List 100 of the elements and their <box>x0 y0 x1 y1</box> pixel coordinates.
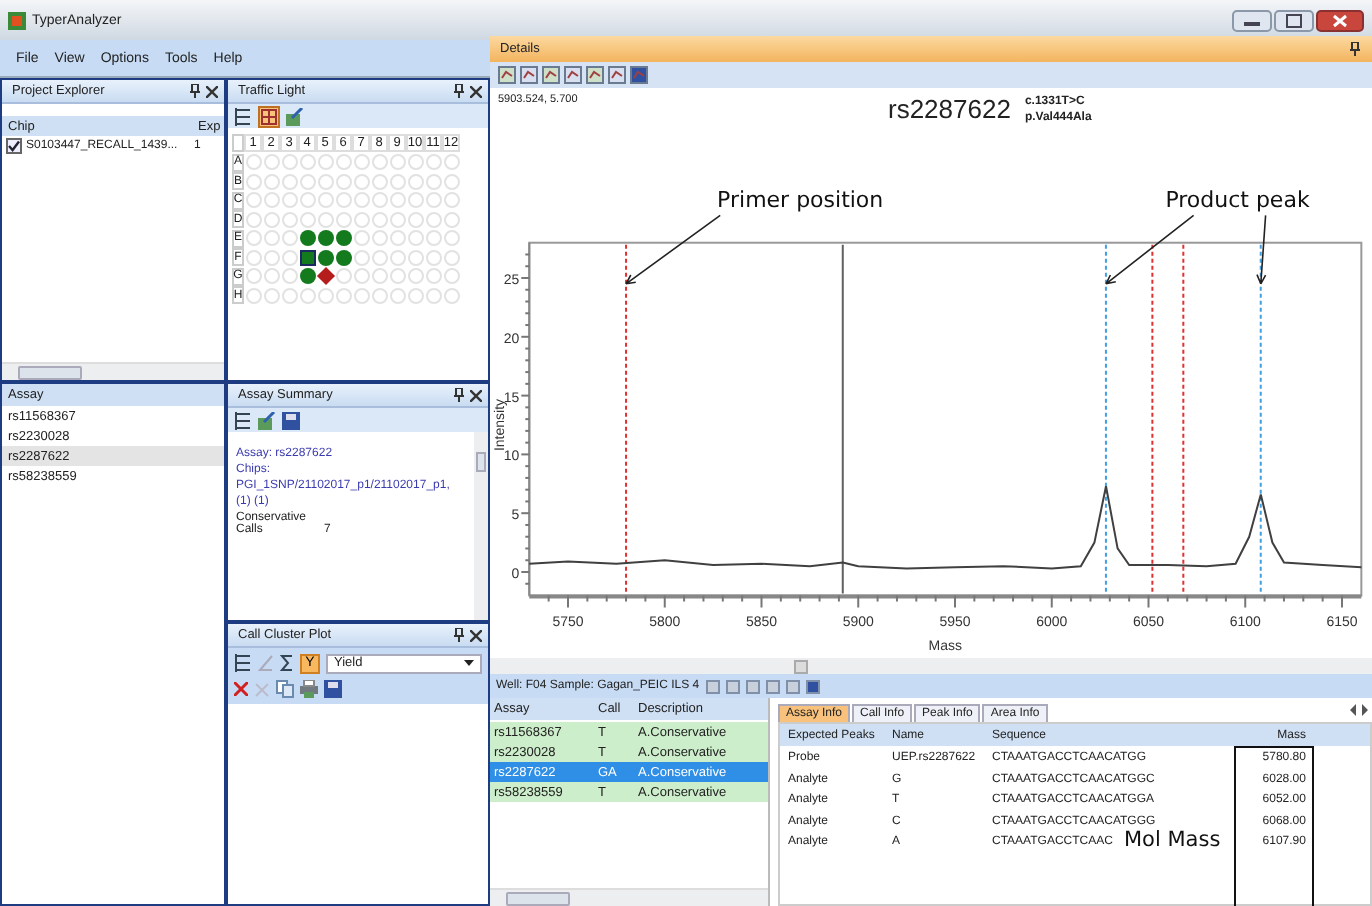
empty-well[interactable] <box>389 192 405 209</box>
empty-well[interactable] <box>425 154 441 171</box>
empty-well[interactable] <box>407 173 423 190</box>
empty-well[interactable] <box>425 287 441 304</box>
empty-well[interactable] <box>353 287 369 304</box>
scroll-thumb[interactable] <box>18 365 82 379</box>
empty-well[interactable] <box>263 211 279 228</box>
empty-well[interactable] <box>245 154 261 171</box>
horizontal-scrollbar[interactable] <box>2 362 224 380</box>
pin-icon[interactable] <box>190 84 200 98</box>
cut-icon[interactable] <box>254 681 270 697</box>
tree-icon[interactable] <box>234 654 252 672</box>
empty-well[interactable] <box>425 211 441 228</box>
empty-well[interactable] <box>443 192 459 209</box>
empty-well[interactable] <box>389 154 405 171</box>
empty-well[interactable] <box>317 154 333 171</box>
export-icon[interactable] <box>258 411 276 429</box>
delete-icon[interactable] <box>234 682 248 696</box>
empty-well[interactable] <box>371 287 387 304</box>
empty-well[interactable] <box>335 173 351 190</box>
empty-well[interactable] <box>425 173 441 190</box>
sigma-icon[interactable] <box>280 654 294 672</box>
pass-well[interactable] <box>335 249 351 266</box>
empty-well[interactable] <box>371 230 387 247</box>
empty-well[interactable] <box>281 192 297 209</box>
empty-well[interactable] <box>425 230 441 247</box>
empty-well[interactable] <box>407 249 423 266</box>
empty-well[interactable] <box>245 173 261 190</box>
maximize-icon[interactable] <box>1274 9 1314 31</box>
empty-well[interactable] <box>389 230 405 247</box>
empty-well[interactable] <box>263 154 279 171</box>
empty-well[interactable] <box>353 192 369 209</box>
empty-well[interactable] <box>335 192 351 209</box>
empty-well[interactable] <box>407 287 423 304</box>
empty-well[interactable] <box>371 268 387 285</box>
empty-well[interactable] <box>371 192 387 209</box>
close-icon[interactable] <box>470 629 482 641</box>
caret-icon[interactable] <box>464 660 474 666</box>
empty-well[interactable] <box>245 230 261 247</box>
empty-well[interactable] <box>245 287 261 304</box>
empty-well[interactable] <box>371 249 387 266</box>
close-icon[interactable] <box>1316 9 1364 31</box>
print-icon[interactable] <box>300 680 318 698</box>
toolbar-icon[interactable] <box>608 66 626 84</box>
pass-well[interactable] <box>317 249 333 266</box>
empty-well[interactable] <box>263 268 279 285</box>
empty-well[interactable] <box>443 211 459 228</box>
empty-well[interactable] <box>245 192 261 209</box>
tab-scroll-arrows-icon[interactable] <box>1350 704 1368 716</box>
empty-well[interactable] <box>443 230 459 247</box>
empty-well[interactable] <box>245 211 261 228</box>
fail-well[interactable] <box>315 267 335 286</box>
empty-well[interactable] <box>389 268 405 285</box>
pin-icon[interactable] <box>454 628 464 642</box>
empty-well[interactable] <box>281 154 297 171</box>
empty-well[interactable] <box>425 192 441 209</box>
empty-well[interactable] <box>389 173 405 190</box>
pass-well[interactable] <box>335 230 351 247</box>
empty-well[interactable] <box>371 211 387 228</box>
empty-well[interactable] <box>263 173 279 190</box>
scroll-thumb[interactable] <box>506 891 570 905</box>
pin-icon[interactable] <box>454 388 464 402</box>
empty-well[interactable] <box>317 173 333 190</box>
empty-well[interactable] <box>443 287 459 304</box>
empty-well[interactable] <box>245 249 261 266</box>
vertical-scrollbar[interactable] <box>474 432 488 620</box>
empty-well[interactable] <box>299 173 315 190</box>
empty-well[interactable] <box>263 230 279 247</box>
empty-well[interactable] <box>407 192 423 209</box>
pass-well[interactable] <box>317 230 333 247</box>
pin-icon[interactable] <box>454 84 464 98</box>
empty-well[interactable] <box>371 154 387 171</box>
toolbar-icon[interactable] <box>520 66 538 84</box>
toolbar-icon[interactable] <box>498 66 516 84</box>
scroll-thumb[interactable] <box>794 659 808 673</box>
empty-well[interactable] <box>407 268 423 285</box>
checkbox[interactable] <box>6 138 22 154</box>
close-icon[interactable] <box>470 85 482 97</box>
empty-well[interactable] <box>353 154 369 171</box>
scroll-thumb[interactable] <box>476 452 486 472</box>
empty-well[interactable] <box>389 287 405 304</box>
toolbar-icon[interactable] <box>542 66 560 84</box>
pass-well[interactable] <box>299 268 315 285</box>
empty-well[interactable] <box>263 192 279 209</box>
empty-well[interactable] <box>443 268 459 285</box>
empty-well[interactable] <box>425 268 441 285</box>
tree-icon[interactable] <box>234 411 252 429</box>
empty-well[interactable] <box>317 192 333 209</box>
empty-well[interactable] <box>389 249 405 266</box>
selected-well[interactable] <box>299 249 315 266</box>
toolbar-icon[interactable] <box>586 66 604 84</box>
grid-icon[interactable] <box>258 105 280 127</box>
toolbar-icon[interactable] <box>564 66 582 84</box>
save-icon[interactable] <box>324 680 342 698</box>
horizontal-scrollbar[interactable] <box>490 888 768 906</box>
empty-well[interactable] <box>299 192 315 209</box>
empty-well[interactable] <box>371 173 387 190</box>
empty-well[interactable] <box>443 249 459 266</box>
export-icon[interactable] <box>286 107 304 125</box>
empty-well[interactable] <box>335 154 351 171</box>
